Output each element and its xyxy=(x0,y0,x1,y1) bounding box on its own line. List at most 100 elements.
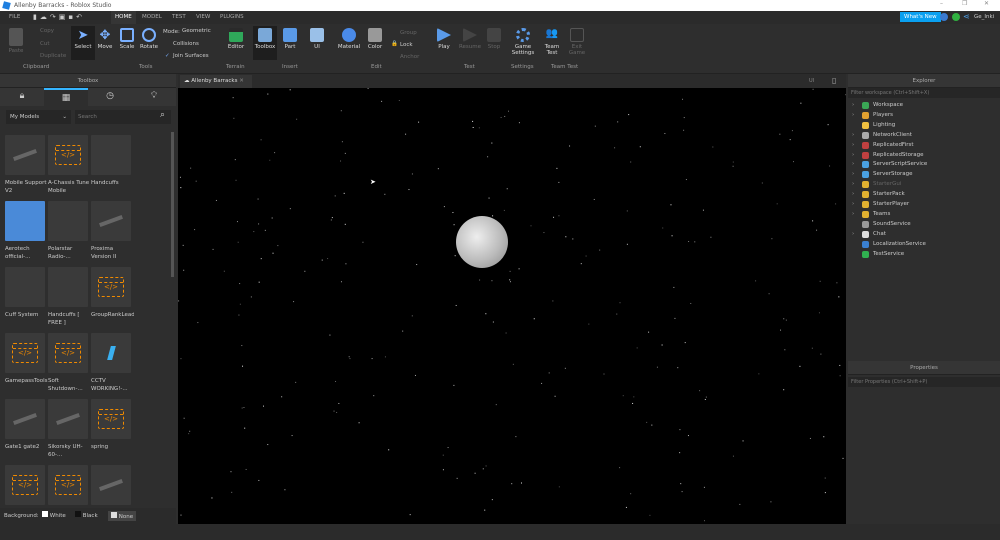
viewport[interactable]: ☁ Allenby Barracks ✕ UI ▯ ➤ xyxy=(178,74,846,524)
toolbox-item[interactable] xyxy=(91,465,131,509)
expand-chevron-icon[interactable]: › xyxy=(852,231,854,237)
tree-item[interactable]: › Chat xyxy=(848,230,1000,240)
anchor-button[interactable]: Anchor xyxy=(400,54,419,60)
toolbox-item[interactable]: </> A-Chassis Tune Mobile xyxy=(48,135,89,195)
toolbox-item[interactable]: Handcuffs xyxy=(91,135,131,187)
tree-item[interactable]: › NetworkClient xyxy=(848,131,1000,141)
toolbox-item[interactable]: </> Soft Shutdown-... xyxy=(48,333,88,393)
toolbox-item[interactable]: </> spring xyxy=(91,399,131,451)
expand-chevron-icon[interactable]: › xyxy=(852,112,854,118)
bg-white-option[interactable]: White xyxy=(42,511,66,519)
toolbox-item[interactable]: Polarstar Radio-... xyxy=(48,201,88,261)
tab-inventory[interactable]: 🔒︎ xyxy=(0,88,44,106)
tab-view[interactable]: VIEW xyxy=(196,14,210,20)
tree-item[interactable]: › Workspace xyxy=(848,101,1000,111)
game-settings-button[interactable]: Game Settings xyxy=(510,28,536,56)
quick-access-icons[interactable]: ▮☁↷▣▪↶ xyxy=(33,13,85,21)
join-surfaces-toggle[interactable]: Join Surfaces xyxy=(173,53,209,59)
expand-chevron-icon[interactable]: › xyxy=(852,142,854,148)
restore-button[interactable]: ❐ xyxy=(962,0,967,7)
mode-dropdown[interactable]: Geometric xyxy=(182,28,211,34)
scrollbar[interactable] xyxy=(171,132,174,277)
lock-button[interactable]: Lock xyxy=(400,42,413,48)
tab-recent[interactable]: ◷ xyxy=(88,88,132,106)
resume-button[interactable]: Resume xyxy=(458,28,482,50)
tab-allenby-barracks[interactable]: ☁ Allenby Barracks ✕ xyxy=(180,75,252,88)
tab-model[interactable]: MODEL xyxy=(142,14,162,20)
toolbox-button[interactable]: Toolbox xyxy=(253,26,277,60)
toolbox-item[interactable]: Cuff System xyxy=(5,267,45,319)
search-icon[interactable]: ⌕ xyxy=(160,110,165,120)
file-menu[interactable]: FILE xyxy=(9,14,20,20)
material-button[interactable]: Material xyxy=(337,28,361,50)
tree-item[interactable]: › ServerStorage xyxy=(848,170,1000,180)
expand-chevron-icon[interactable]: › xyxy=(852,171,854,177)
expand-chevron-icon[interactable]: › xyxy=(852,161,854,167)
ui-button[interactable]: UI xyxy=(305,28,329,50)
scale-button[interactable]: Scale xyxy=(115,28,139,50)
collisions-toggle[interactable]: Collisions xyxy=(173,41,199,47)
group-button[interactable]: Group xyxy=(400,30,417,36)
whats-new-button[interactable]: What's New xyxy=(900,12,941,22)
paste-button[interactable]: Paste xyxy=(4,28,28,54)
ui-toggle[interactable]: UI xyxy=(809,78,814,84)
close-tab-icon[interactable]: ✕ xyxy=(239,78,244,84)
category-dropdown[interactable]: My Models ⌄ xyxy=(6,110,71,124)
share-icon[interactable]: ⋖ xyxy=(963,12,970,21)
toolbox-item[interactable]: </> GamepassTools xyxy=(5,333,48,385)
toolbox-item[interactable]: Gate1 gate2 xyxy=(5,399,45,451)
expand-chevron-icon[interactable]: › xyxy=(852,201,854,207)
expand-chevron-icon[interactable]: › xyxy=(852,181,854,187)
expand-chevron-icon[interactable]: › xyxy=(852,132,854,138)
toolbox-item[interactable]: Handcuffs [ FREE ] xyxy=(48,267,88,327)
tree-item[interactable]: SoundService xyxy=(848,220,1000,230)
toolbox-item[interactable]: Sikorsky UH-60-... xyxy=(48,399,88,459)
part-button[interactable]: Part xyxy=(278,28,302,50)
user-name[interactable]: Ge_Inki xyxy=(974,14,994,20)
expand-chevron-icon[interactable]: › xyxy=(852,191,854,197)
status-icon[interactable] xyxy=(952,13,960,21)
toolbox-item[interactable]: Proxima Version II xyxy=(91,201,131,261)
copy-button[interactable]: Copy xyxy=(40,28,54,34)
minimize-button[interactable]: – xyxy=(940,0,943,7)
tab-marketplace[interactable]: ▦ xyxy=(44,88,88,106)
properties-filter-input[interactable]: Filter Properties (Ctrl+Shift+P) xyxy=(848,377,1000,387)
tab-creations[interactable]: 💡︎ xyxy=(132,88,176,106)
device-emulator-icon[interactable]: ▯ xyxy=(832,76,836,85)
tree-item[interactable]: › ServerScriptService xyxy=(848,160,1000,170)
toolbox-item[interactable]: CCTV WORKING!-... xyxy=(91,333,131,393)
toolbox-item[interactable]: </> GroupRankLeaderboard xyxy=(91,267,134,319)
tree-item[interactable]: › StarterGui xyxy=(848,180,1000,190)
bg-black-option[interactable]: Black xyxy=(75,511,98,519)
expand-chevron-icon[interactable]: › xyxy=(852,102,854,108)
explorer-filter-input[interactable]: Filter workspace (Ctrl+Shift+X) xyxy=(848,88,1000,98)
toolbox-item[interactable]: Aerotech official-... xyxy=(5,201,45,261)
tree-item[interactable]: › ReplicatedStorage xyxy=(848,151,1000,161)
exit-game-button[interactable]: Exit Game xyxy=(565,28,589,56)
toolbox-item[interactable]: Mobile Support V2 xyxy=(5,135,47,195)
play-button[interactable]: Play xyxy=(432,28,456,50)
toolbox-item[interactable]: </> xyxy=(48,465,88,509)
join-surfaces-check-icon[interactable]: ✓ xyxy=(165,53,170,59)
search-input[interactable] xyxy=(75,110,171,124)
tree-item[interactable]: › Teams xyxy=(848,210,1000,220)
tree-item[interactable]: › ReplicatedFirst xyxy=(848,141,1000,151)
tab-home[interactable]: HOME xyxy=(111,11,136,24)
cut-button[interactable]: Cut xyxy=(40,41,49,47)
help-icon[interactable] xyxy=(940,13,948,21)
expand-chevron-icon[interactable]: › xyxy=(852,152,854,158)
tree-item[interactable]: › Players xyxy=(848,111,1000,121)
tree-item[interactable]: LocalizationService xyxy=(848,240,1000,250)
color-button[interactable]: Color xyxy=(363,28,387,50)
move-button[interactable]: ✥ Move xyxy=(93,28,117,50)
select-button[interactable]: ➤ Select xyxy=(71,26,95,60)
bg-none-option[interactable]: None xyxy=(108,511,137,521)
expand-chevron-icon[interactable]: › xyxy=(852,211,854,217)
tree-item[interactable]: TestService xyxy=(848,250,1000,260)
tab-plugins[interactable]: PLUGINS xyxy=(220,14,244,20)
duplicate-button[interactable]: Duplicate xyxy=(40,53,66,59)
close-window-button[interactable]: ✕ xyxy=(984,0,989,7)
tree-item[interactable]: Lighting xyxy=(848,121,1000,131)
team-test-button[interactable]: 👥 Team Test xyxy=(540,28,564,56)
terrain-editor-button[interactable]: Editor xyxy=(224,28,248,50)
